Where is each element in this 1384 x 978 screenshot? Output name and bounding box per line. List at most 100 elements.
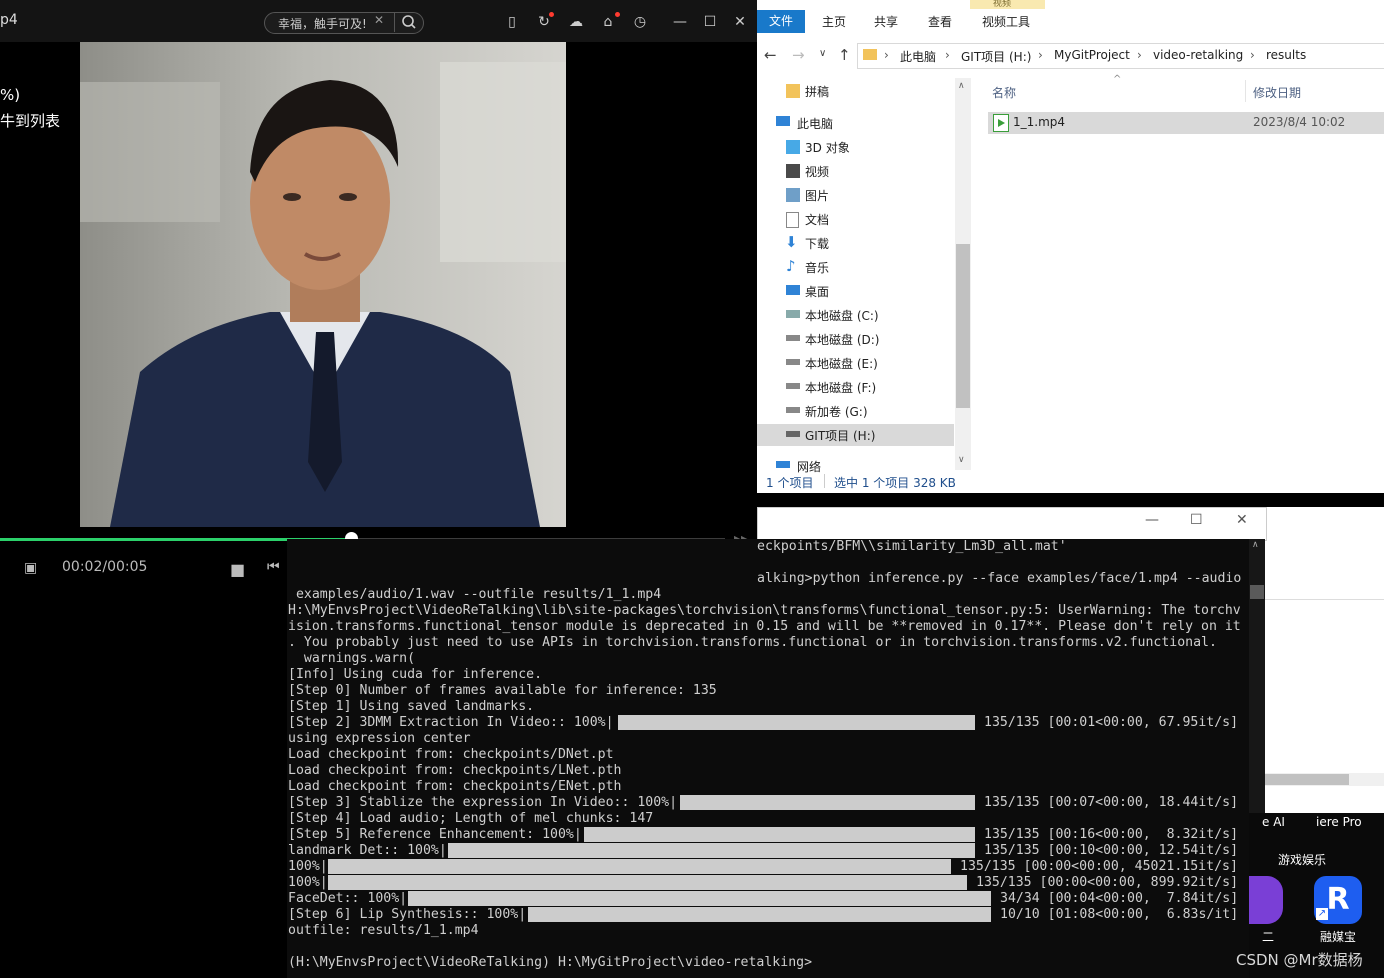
drive-icon: [786, 407, 800, 413]
ribbon-context-label: 视频: [993, 0, 1012, 9]
nav-item-label[interactable]: 视频: [805, 163, 829, 180]
watermark: CSDN @Mr数据杨: [1236, 951, 1363, 969]
terminal-line: [Step 3] Stablize the expression In Vide…: [288, 795, 678, 810]
tab-home[interactable]: 主页: [822, 13, 846, 30]
drive-icon: [786, 335, 800, 341]
computer-icon: [776, 116, 790, 126]
minimize-icon[interactable]: —: [671, 13, 689, 31]
category-label[interactable]: 游戏娱乐: [1278, 851, 1326, 868]
app-label[interactable]: e AI: [1262, 815, 1285, 829]
breadcrumb-item[interactable]: video-retalking: [1153, 48, 1243, 62]
breadcrumb-item[interactable]: 此电脑: [900, 48, 936, 65]
close-icon[interactable]: ✕: [731, 13, 749, 31]
back-icon[interactable]: ←: [764, 46, 777, 64]
screenshot-icon[interactable]: ▣: [24, 560, 37, 576]
nav-item-label[interactable]: 3D 对象: [805, 139, 850, 156]
folder-icon: [786, 84, 800, 98]
terminal-line: H:\MyEnvsProject\VideoReTalking\lib\site…: [288, 603, 1241, 618]
terminal-line: 100%|: [288, 875, 328, 890]
tab-video-tools[interactable]: 视频工具: [982, 13, 1030, 30]
progress-stat: 10/10 [01:08<00:00, 6.83s/it]: [1000, 907, 1239, 922]
breadcrumb-item[interactable]: results: [1266, 48, 1306, 62]
stop-icon[interactable]: ■: [230, 560, 245, 579]
cloud-icon[interactable]: ☁: [567, 13, 585, 31]
scroll-up-icon[interactable]: ∧: [958, 81, 965, 91]
minimize-icon[interactable]: —: [1145, 512, 1159, 528]
playlist-side-text: %): [0, 86, 21, 104]
progress-bar: [408, 891, 991, 906]
network-icon: [776, 461, 790, 468]
terminal-line: using expression center: [288, 731, 471, 746]
progress-bar: [618, 715, 975, 730]
player-search-text[interactable]: 幸福，触手可及!: [278, 15, 367, 32]
tab-file[interactable]: 文件: [757, 10, 806, 33]
close-icon[interactable]: ✕: [1236, 512, 1248, 528]
column-header-date[interactable]: 修改日期: [1253, 84, 1301, 101]
terminal-line: alking>python inference.py --face exampl…: [757, 571, 1242, 586]
terminal-line: Load checkpoint from: checkpoints/DNet.p…: [288, 747, 614, 762]
terminal-scrollbar-thumb[interactable]: [1250, 585, 1264, 599]
horizontal-scrollbar-thumb[interactable]: [1265, 774, 1349, 785]
nav-item-label[interactable]: 本地磁盘 (E:): [805, 355, 878, 372]
breadcrumb-item[interactable]: GIT项目 (H:): [961, 48, 1031, 65]
nav-item-label[interactable]: 下载: [805, 235, 829, 252]
shirt-icon[interactable]: ⌂: [599, 13, 617, 31]
chevron-down-icon[interactable]: ∨: [819, 48, 826, 59]
app-label[interactable]: 融媒宝: [1320, 928, 1356, 945]
progress-bar: [328, 859, 951, 874]
nav-item-label[interactable]: 文档: [805, 211, 829, 228]
breadcrumb-item[interactable]: MyGitProject: [1054, 48, 1130, 62]
nav-item-label[interactable]: GIT项目 (H:): [805, 427, 875, 444]
up-icon[interactable]: ↑: [838, 46, 851, 64]
progress-stat: 135/135 [00:07<00:00, 18.44it/s]: [984, 795, 1239, 810]
nav-item-label[interactable]: 本地磁盘 (C:): [805, 307, 879, 324]
nav-item-label[interactable]: 拼稿: [805, 83, 829, 100]
terminal-prompt: (H:\MyEnvsProject\VideoReTalking) H:\MyG…: [288, 955, 813, 970]
folder-icon: [863, 49, 877, 60]
scroll-up-icon[interactable]: ∧: [1252, 540, 1259, 550]
status-selection: 选中 1 个项目 328 KB: [834, 476, 956, 490]
nav-item-label[interactable]: 本地磁盘 (D:): [805, 331, 879, 348]
maximize-icon[interactable]: ☐: [1190, 512, 1203, 528]
progress-bar: [528, 907, 991, 922]
nav-item-label[interactable]: 图片: [805, 187, 829, 204]
forward-icon[interactable]: →: [792, 46, 805, 64]
app-icon[interactable]: [1249, 876, 1283, 924]
breadcrumb-separator: ›: [1137, 48, 1142, 62]
nav-item-label[interactable]: 新加卷 (G:): [805, 403, 868, 420]
tab-share[interactable]: 共享: [874, 13, 898, 30]
nav-item-label[interactable]: 此电脑: [797, 115, 833, 132]
clock-icon[interactable]: ◷: [631, 13, 649, 31]
video-icon: [786, 164, 800, 178]
file-name[interactable]: 1_1.mp4: [1013, 115, 1065, 129]
maximize-icon[interactable]: ☐: [701, 13, 719, 31]
nav-item-label[interactable]: 本地磁盘 (F:): [805, 379, 876, 396]
progress-bar: [584, 827, 975, 842]
terminal-line: landmark Det:: 100%|: [288, 843, 447, 858]
scroll-down-icon[interactable]: ∨: [958, 455, 965, 465]
previous-icon[interactable]: ⏮: [267, 559, 280, 575]
nav-item-label[interactable]: 音乐: [805, 259, 829, 276]
app-label[interactable]: 二: [1262, 928, 1274, 945]
search-icon[interactable]: [394, 12, 423, 32]
playlist-side-text: 牛到列表: [0, 112, 61, 130]
column-divider[interactable]: [1245, 80, 1246, 102]
drive-icon: [786, 431, 800, 437]
clear-icon[interactable]: ✕: [374, 13, 384, 27]
breadcrumb-separator: ›: [1038, 48, 1043, 62]
terminal-line: [Step 0] Number of frames available for …: [288, 683, 717, 698]
explorer-ribbon: [757, 0, 1384, 39]
document-icon: [786, 212, 799, 228]
nav-scrollbar-thumb[interactable]: [956, 244, 970, 408]
terminal-line: FaceDet:: 100%|: [288, 891, 408, 906]
app-label[interactable]: iere Pro: [1316, 815, 1362, 829]
nav-item-label[interactable]: 桌面: [805, 283, 829, 300]
clipboard-icon[interactable]: ▯: [503, 13, 521, 31]
background-window: [1249, 507, 1384, 813]
player-title: p4: [0, 12, 18, 28]
column-header-name[interactable]: 名称: [992, 84, 1016, 101]
video-frame[interactable]: [80, 42, 566, 527]
nav-item-label[interactable]: 网络: [797, 458, 821, 475]
terminal-line: [Step 6] Lip Synthesis:: 100%|: [288, 907, 527, 922]
tab-view[interactable]: 查看: [928, 13, 952, 30]
